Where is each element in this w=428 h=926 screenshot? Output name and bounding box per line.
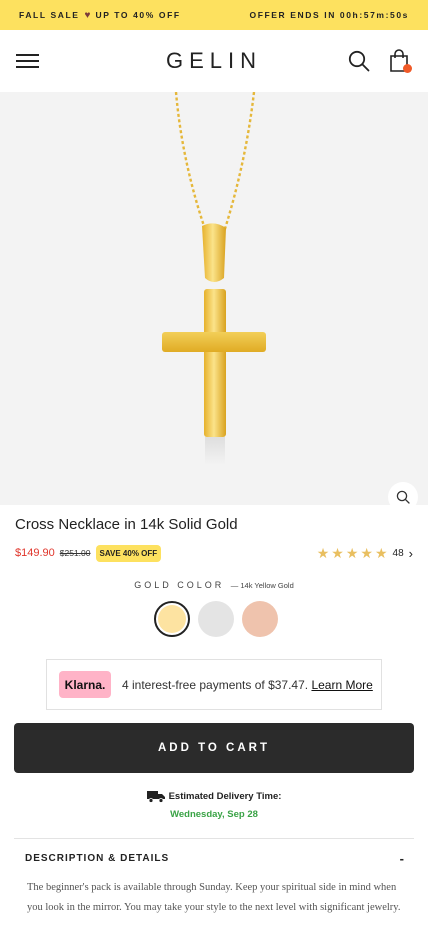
save-badge: SAVE 40% OFF — [95, 544, 162, 562]
star-icon: ★ — [331, 545, 344, 561]
delivery-estimate: Estimated Delivery Time: Wednesday, Sep … — [0, 790, 428, 820]
truck-icon — [146, 791, 165, 803]
original-price: $251.00 — [59, 548, 91, 558]
klarna-logo: Klarna. — [59, 671, 111, 698]
product-image[interactable] — [0, 92, 428, 505]
header-actions — [346, 48, 412, 74]
zoom-icon — [396, 490, 410, 504]
hamburger-menu-icon[interactable] — [16, 52, 40, 70]
promo-sale-label: FALL SALE — [19, 10, 80, 20]
shopping-bag-icon[interactable] — [386, 48, 412, 74]
color-value: — 14k Yellow Gold — [230, 581, 294, 590]
description-title: DESCRIPTION & DETAILS — [25, 853, 170, 864]
klarna-payment-text: 4 interest-free payments of $37.47. — [122, 677, 309, 692]
delivery-label: Estimated Delivery Time: — [168, 791, 282, 802]
heart-icon: ♥ — [84, 9, 91, 21]
divider — [14, 838, 414, 839]
add-to-cart-button[interactable]: ADD TO CART — [14, 723, 414, 773]
description-text: The beginner's pack is available through… — [27, 882, 401, 913]
promo-bar: FALL SALE ♥ UP TO 40% OFF OFFER ENDS IN … — [0, 0, 428, 30]
star-icon: ★ — [374, 545, 388, 561]
chevron-right-icon: › — [408, 545, 413, 561]
klarna-installments: Klarna. 4 interest-free payments of $37.… — [46, 659, 382, 710]
rating-summary[interactable]: ★ ★ ★ ★ ★ 48 › — [317, 546, 413, 561]
search-icon[interactable] — [346, 48, 372, 74]
price-row: $149.90 $251.00 SAVE 40% OFF ★ ★ ★ ★ ★ 4… — [15, 543, 413, 563]
cart-badge — [403, 64, 412, 73]
learn-more-link[interactable]: Learn More — [311, 678, 372, 692]
collapse-icon[interactable]: - — [400, 851, 405, 866]
promo-discount-label: UP TO 40% OFF — [95, 10, 181, 20]
sale-price: $149.90 — [15, 547, 55, 559]
star-icon: ★ — [360, 545, 373, 561]
color-selector-label: GOLD COLOR — 14k Yellow Gold — [0, 580, 428, 590]
promo-message: FALL SALE ♥ UP TO 40% OFF — [19, 10, 181, 21]
delivery-date: Wednesday, Sep 28 — [170, 809, 258, 820]
color-swatches — [154, 601, 278, 637]
swatch-white-gold[interactable] — [198, 601, 234, 637]
klarna-message: 4 interest-free payments of $37.47. Lear… — [122, 678, 373, 692]
cross-necklace-image — [162, 92, 266, 465]
star-icon: ★ — [345, 545, 359, 561]
star-icon: ★ — [316, 545, 330, 561]
swatch-yellow-gold[interactable] — [154, 601, 190, 637]
zoom-button[interactable] — [388, 482, 418, 505]
product-title: Cross Necklace in 14k Solid Gold — [15, 516, 238, 533]
site-header: GELIN — [0, 30, 428, 92]
review-count: 48 — [392, 547, 404, 559]
description-accordion-header[interactable]: DESCRIPTION & DETAILS - — [25, 851, 405, 866]
color-label: GOLD COLOR — [134, 580, 225, 590]
promo-countdown: OFFER ENDS IN 00h:57m:50s — [249, 10, 409, 20]
swatch-rose-gold[interactable] — [242, 601, 278, 637]
